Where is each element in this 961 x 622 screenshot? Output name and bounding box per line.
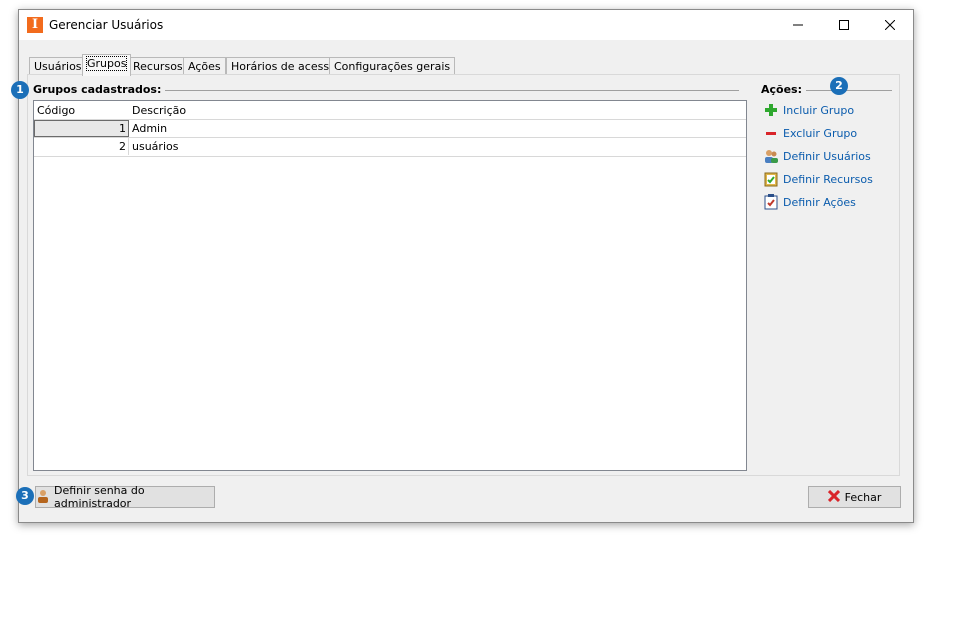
action-label: Incluir Grupo: [783, 103, 855, 117]
section-divider: [139, 90, 739, 91]
x-icon: [827, 489, 840, 505]
column-header-code[interactable]: Código: [37, 104, 75, 117]
minus-icon: [763, 125, 779, 141]
tab-label: Grupos: [85, 56, 128, 71]
callout-badge-1: 1: [11, 81, 29, 99]
tab-label: Configurações gerais: [334, 60, 451, 73]
maximize-button[interactable]: [821, 10, 867, 40]
app-logo-icon: I: [27, 17, 43, 33]
actions-section-title: Ações:: [761, 83, 806, 96]
minimize-icon: [793, 24, 803, 26]
tab-acoes[interactable]: Ações: [183, 57, 226, 75]
cell-description: usuários: [132, 140, 179, 153]
tab-grupos[interactable]: Grupos: [82, 54, 132, 76]
define-actions-link[interactable]: Definir Ações: [763, 194, 856, 210]
exclude-group-link[interactable]: Excluir Grupo: [763, 125, 857, 141]
maximize-icon: [839, 20, 849, 30]
admin-user-icon: [36, 489, 50, 506]
tab-usuarios[interactable]: Usuários: [29, 57, 87, 75]
action-label: Definir Usuários: [783, 149, 871, 163]
include-group-link[interactable]: Incluir Grupo: [763, 102, 854, 118]
cell-code: 2: [34, 138, 129, 155]
window-title: Gerenciar Usuários: [49, 18, 164, 32]
clipboard-check-icon: [763, 171, 779, 187]
plus-icon: [763, 102, 779, 118]
tab-horarios[interactable]: Horários de acesso: [226, 57, 341, 75]
close-icon: [885, 20, 895, 30]
tab-recursos[interactable]: Recursos: [128, 57, 188, 75]
tab-configuracoes[interactable]: Configurações gerais: [329, 57, 456, 75]
action-label: Definir Ações: [783, 195, 856, 209]
cell-description: Admin: [132, 122, 168, 135]
manage-users-window: I Gerenciar Usuários Usuários Grupos Rec…: [18, 9, 914, 523]
tab-label: Horários de acesso: [231, 60, 336, 73]
define-resources-link[interactable]: Definir Recursos: [763, 171, 873, 187]
table-row[interactable]: 1 Admin: [34, 119, 746, 138]
tab-label: Usuários: [34, 60, 82, 73]
column-header-description[interactable]: Descrição: [132, 104, 186, 117]
title-bar: I Gerenciar Usuários: [19, 10, 913, 40]
callout-badge-3: 3: [16, 487, 34, 505]
close-window-button[interactable]: [867, 10, 913, 40]
action-label: Definir Recursos: [783, 172, 873, 186]
cell-code: 1: [34, 120, 129, 137]
groups-section-title: Grupos cadastrados:: [33, 83, 166, 96]
action-label: Excluir Grupo: [783, 126, 858, 140]
button-label: Fechar: [844, 490, 882, 504]
minimize-button[interactable]: [775, 10, 821, 40]
users-icon: [763, 148, 779, 164]
actions-divider: [804, 90, 892, 91]
clipboard-icon: [763, 194, 779, 210]
table-header: Código Descrição: [34, 101, 746, 119]
tab-label: Ações: [188, 60, 221, 73]
button-label: Definir senha do administrador: [54, 484, 145, 510]
define-admin-password-button[interactable]: Definir senha do administrador: [35, 484, 215, 510]
close-button[interactable]: Fechar: [808, 486, 901, 508]
groups-table[interactable]: Código Descrição 1 Admin 2 usuários: [33, 100, 747, 471]
table-row[interactable]: 2 usuários: [34, 137, 746, 157]
define-users-link[interactable]: Definir Usuários: [763, 148, 871, 164]
callout-badge-2: 2: [830, 77, 848, 95]
tab-label: Recursos: [133, 60, 183, 73]
